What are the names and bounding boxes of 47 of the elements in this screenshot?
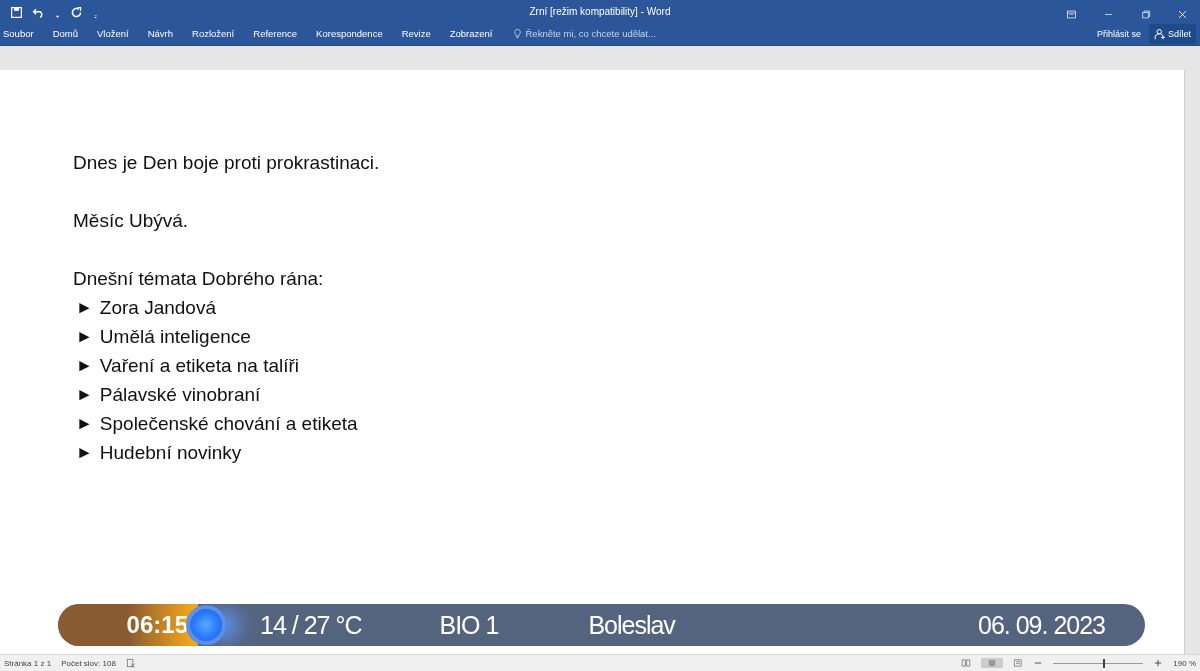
ribbon-tab[interactable]: Návrh xyxy=(147,28,183,39)
date-text: 06. 09. 2023 xyxy=(978,610,1105,640)
ribbon-tab[interactable]: Zobrazení xyxy=(449,28,503,39)
ribbon-tab[interactable]: Vložení xyxy=(97,28,139,39)
sign-in-link[interactable]: Přihlásit se xyxy=(1096,28,1141,39)
bullet-marker: ► xyxy=(76,297,93,319)
bullet-marker: ► xyxy=(76,355,93,377)
page-count: Stránka 1 z 1 xyxy=(4,658,52,668)
window-title: Zrní [režim kompatibility] - Word xyxy=(529,5,671,17)
print-layout-icon[interactable] xyxy=(981,658,1004,668)
ribbon-tab[interactable]: Soubor xyxy=(0,28,44,39)
paragraph: Měsíc Ubývá. xyxy=(73,209,190,233)
tell-me-field[interactable]: Řekněte mi, co chcete udělat... xyxy=(511,28,702,39)
ribbon-tab[interactable]: Rozložení xyxy=(192,28,245,39)
word-count: Počet slov: 108 xyxy=(61,658,116,668)
list-item: Umělá inteligence xyxy=(99,325,251,349)
read-mode-icon[interactable] xyxy=(961,658,972,668)
list-item: Pálavské vinobraní xyxy=(99,383,261,407)
share-button[interactable]: Sdílet xyxy=(1149,23,1196,44)
weather-orb-icon xyxy=(190,609,222,641)
lightbulb-icon xyxy=(511,28,523,39)
place-name: Boleslav xyxy=(588,610,675,640)
proofing-icon xyxy=(125,658,136,668)
bullet-marker: ► xyxy=(76,413,93,435)
redo-icon[interactable] xyxy=(70,4,83,18)
ribbon-tab[interactable]: Domů xyxy=(52,28,88,39)
temperature: 14 / 27 °C xyxy=(260,610,362,640)
bullet-marker: ► xyxy=(76,384,93,406)
list-item: Společenské chování a etiketa xyxy=(99,412,358,436)
bullet-marker: ► xyxy=(76,442,93,464)
save-icon[interactable] xyxy=(10,4,23,18)
ribbon-tab[interactable]: Korespondence xyxy=(316,28,393,39)
paragraph: Dnešní témata Dobrého rána: xyxy=(73,267,325,291)
slider-thumb[interactable] xyxy=(1102,658,1105,668)
program-label: BIO 1 xyxy=(439,610,499,640)
zoom-in-icon[interactable] xyxy=(1153,658,1164,668)
paragraph: Dnes je Den boje proti prokrastinaci. xyxy=(73,151,381,175)
list-item: Zora Jandová xyxy=(99,296,216,320)
bullet-marker: ► xyxy=(76,326,93,348)
person-icon xyxy=(1154,27,1166,40)
ribbon-tab[interactable]: Revize xyxy=(401,28,441,39)
clock-time: 06:15 xyxy=(126,611,188,639)
zoom-percent[interactable]: 190 % xyxy=(1173,658,1196,668)
list-item: Vaření a etiketa na talíři xyxy=(99,354,300,378)
list-item: Hudební novinky xyxy=(99,441,242,465)
web-layout-icon[interactable] xyxy=(1013,658,1024,668)
ribbon-tab[interactable]: Reference xyxy=(253,28,308,39)
